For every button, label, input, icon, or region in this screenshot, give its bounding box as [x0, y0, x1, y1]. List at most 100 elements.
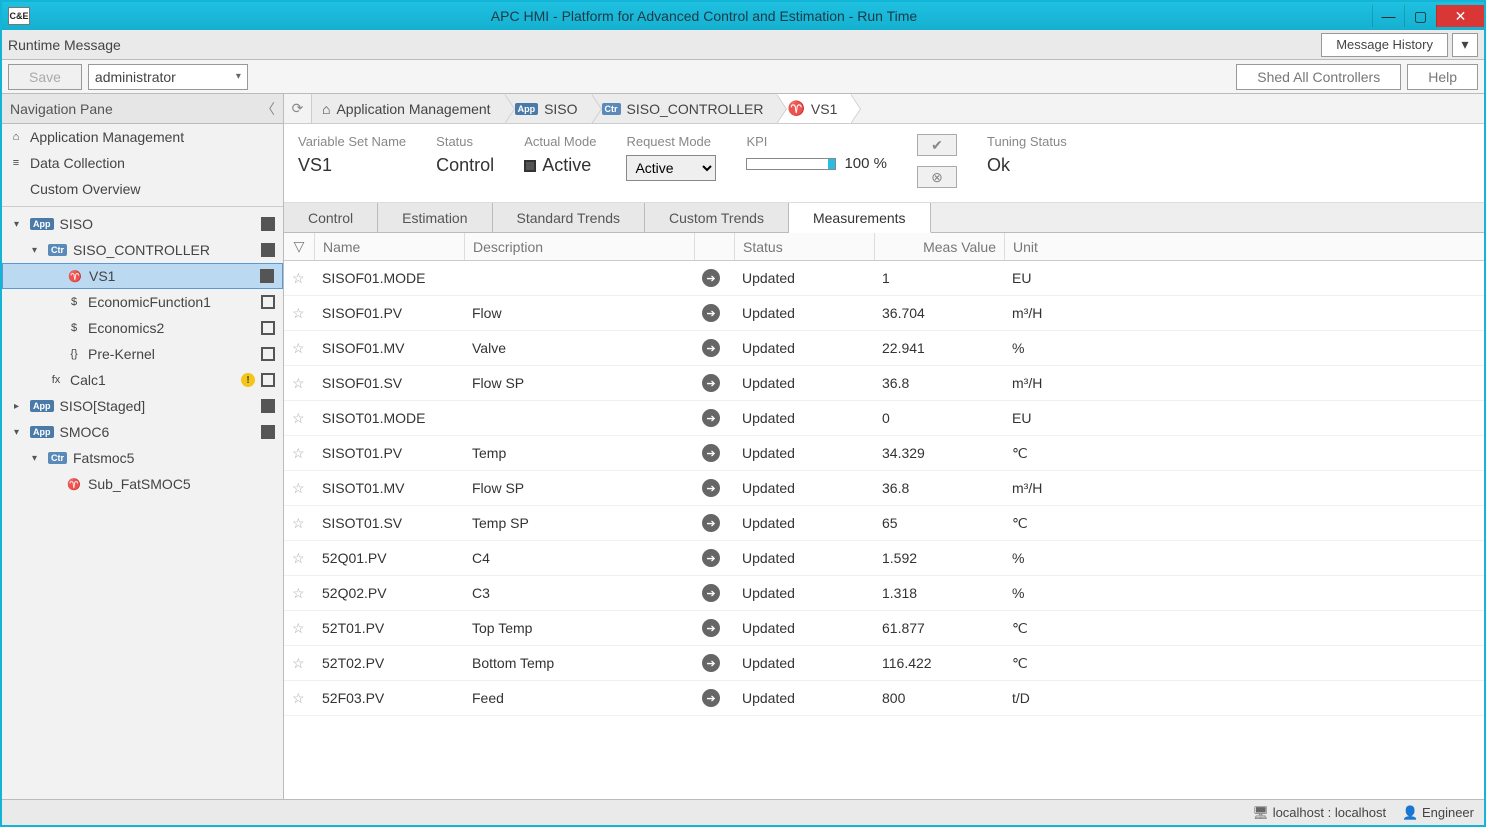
nav-top-item[interactable]: Custom Overview — [2, 176, 283, 202]
commit-button[interactable]: ✔ — [917, 134, 957, 156]
cell-status: Updated — [734, 445, 874, 461]
table-row[interactable]: ☆ SISOF01.SV Flow SP ➔ Updated 36.8 m³/H — [284, 366, 1484, 401]
go-icon[interactable]: ➔ — [694, 339, 734, 357]
close-button[interactable]: ✕ — [1436, 5, 1484, 27]
breadcrumb-segment[interactable]: AppSISO — [505, 94, 592, 123]
shed-all-button[interactable]: Shed All Controllers — [1236, 64, 1401, 90]
go-icon[interactable]: ➔ — [694, 444, 734, 462]
star-icon[interactable]: ☆ — [284, 445, 314, 462]
col-status[interactable]: Status — [734, 233, 874, 260]
go-icon[interactable]: ➔ — [694, 619, 734, 637]
nav-top-item[interactable]: ≡Data Collection — [2, 150, 283, 176]
go-icon[interactable]: ➔ — [694, 479, 734, 497]
ef-icon: $ — [66, 320, 82, 336]
go-icon[interactable]: ➔ — [694, 304, 734, 322]
star-icon[interactable]: ☆ — [284, 410, 314, 427]
navigation-pane: Navigation Pane 〈 ⌂Application Managemen… — [2, 94, 284, 799]
col-name[interactable]: Name — [314, 233, 464, 260]
tab[interactable]: Estimation — [378, 203, 492, 232]
star-icon[interactable]: ☆ — [284, 515, 314, 532]
tree-item[interactable]: ♈VS1 — [2, 263, 283, 289]
star-icon[interactable]: ☆ — [284, 585, 314, 602]
tree-item[interactable]: ▾AppSISO — [2, 211, 283, 237]
star-icon[interactable]: ☆ — [284, 375, 314, 392]
checkbox-icon[interactable] — [261, 373, 275, 387]
table-row[interactable]: ☆ SISOF01.MV Valve ➔ Updated 22.941 % — [284, 331, 1484, 366]
checkbox-icon[interactable] — [261, 347, 275, 361]
table-row[interactable]: ☆ 52T01.PV Top Temp ➔ Updated 61.877 ℃ — [284, 611, 1484, 646]
checkbox-icon[interactable] — [260, 269, 274, 283]
tree-item[interactable]: ▸AppSISO[Staged] — [2, 393, 283, 419]
col-meas-value[interactable]: Meas Value — [874, 233, 1004, 260]
star-icon[interactable]: ☆ — [284, 655, 314, 672]
expand-icon[interactable]: ▾ — [32, 245, 42, 256]
minimize-button[interactable]: — — [1372, 5, 1404, 27]
tab[interactable]: Control — [284, 203, 378, 232]
tab[interactable]: Custom Trends — [645, 203, 789, 232]
table-row[interactable]: ☆ 52Q01.PV C4 ➔ Updated 1.592 % — [284, 541, 1484, 576]
go-icon[interactable]: ➔ — [694, 654, 734, 672]
go-icon[interactable]: ➔ — [694, 584, 734, 602]
request-mode-select[interactable]: Active — [626, 155, 716, 181]
user-combo[interactable]: administrator — [88, 64, 248, 90]
star-icon[interactable]: ☆ — [284, 690, 314, 707]
table-row[interactable]: ☆ SISOT01.PV Temp ➔ Updated 34.329 ℃ — [284, 436, 1484, 471]
table-row[interactable]: ☆ 52T02.PV Bottom Temp ➔ Updated 116.422… — [284, 646, 1484, 681]
star-icon[interactable]: ☆ — [284, 620, 314, 637]
breadcrumb-segment[interactable]: CtrSISO_CONTROLLER — [592, 94, 778, 123]
star-icon[interactable]: ☆ — [284, 340, 314, 357]
table-row[interactable]: ☆ SISOT01.SV Temp SP ➔ Updated 65 ℃ — [284, 506, 1484, 541]
col-unit[interactable]: Unit — [1004, 233, 1134, 260]
table-row[interactable]: ☆ SISOT01.MV Flow SP ➔ Updated 36.8 m³/H — [284, 471, 1484, 506]
message-history-button[interactable]: Message History — [1321, 33, 1448, 57]
help-button[interactable]: Help — [1407, 64, 1478, 90]
tree-item[interactable]: {}Pre-Kernel — [2, 341, 283, 367]
go-icon[interactable]: ➔ — [694, 549, 734, 567]
checkbox-icon[interactable] — [261, 425, 275, 439]
expand-icon[interactable]: ▾ — [14, 219, 24, 230]
star-icon[interactable]: ☆ — [284, 480, 314, 497]
save-button[interactable]: Save — [8, 64, 82, 90]
star-icon[interactable]: ☆ — [284, 270, 314, 287]
go-icon[interactable]: ➔ — [694, 409, 734, 427]
checkbox-icon[interactable] — [261, 243, 275, 257]
checkbox-icon[interactable] — [261, 399, 275, 413]
tab[interactable]: Standard Trends — [493, 203, 646, 232]
checkbox-icon[interactable] — [261, 321, 275, 335]
go-icon[interactable]: ➔ — [694, 514, 734, 532]
go-icon[interactable]: ➔ — [694, 374, 734, 392]
nav-top-item[interactable]: ⌂Application Management — [2, 124, 283, 150]
tree-item[interactable]: ♈Sub_FatSMOC5 — [2, 471, 283, 497]
go-icon[interactable]: ➔ — [694, 269, 734, 287]
table-row[interactable]: ☆ SISOT01.MODE ➔ Updated 0 EU — [284, 401, 1484, 436]
breadcrumb-segment[interactable]: ♈VS1 — [777, 94, 851, 123]
filter-icon[interactable]: ▽ — [284, 233, 314, 260]
star-icon[interactable]: ☆ — [284, 550, 314, 567]
col-description[interactable]: Description — [464, 233, 694, 260]
tree-item[interactable]: ▾AppSMOC6 — [2, 419, 283, 445]
checkbox-icon[interactable] — [261, 217, 275, 231]
cancel-button[interactable]: ⊗ — [917, 166, 957, 188]
expand-icon[interactable]: ▸ — [14, 401, 24, 412]
nav-collapse-icon[interactable]: 〈 — [261, 99, 275, 119]
message-history-dropdown[interactable]: ▾ — [1452, 33, 1478, 57]
table-row[interactable]: ☆ SISOF01.PV Flow ➔ Updated 36.704 m³/H — [284, 296, 1484, 331]
tree-item[interactable]: fxCalc1! — [2, 367, 283, 393]
expand-icon[interactable]: ▾ — [14, 427, 24, 438]
breadcrumb-refresh-icon[interactable]: ⟳ — [284, 94, 312, 123]
maximize-button[interactable]: ▢ — [1404, 5, 1436, 27]
go-icon[interactable]: ➔ — [694, 689, 734, 707]
tab[interactable]: Measurements — [789, 203, 931, 233]
table-row[interactable]: ☆ SISOF01.MODE ➔ Updated 1 EU — [284, 261, 1484, 296]
tree-item[interactable]: $Economics2 — [2, 315, 283, 341]
tree-item[interactable]: $EconomicFunction1 — [2, 289, 283, 315]
cell-unit: m³/H — [1004, 480, 1134, 496]
tree-item[interactable]: ▾CtrFatsmoc5 — [2, 445, 283, 471]
table-row[interactable]: ☆ 52F03.PV Feed ➔ Updated 800 t/D — [284, 681, 1484, 716]
tree-item[interactable]: ▾CtrSISO_CONTROLLER — [2, 237, 283, 263]
star-icon[interactable]: ☆ — [284, 305, 314, 322]
breadcrumb-segment[interactable]: ⌂Application Management — [312, 94, 505, 123]
table-row[interactable]: ☆ 52Q02.PV C3 ➔ Updated 1.318 % — [284, 576, 1484, 611]
expand-icon[interactable]: ▾ — [32, 453, 42, 464]
checkbox-icon[interactable] — [261, 295, 275, 309]
